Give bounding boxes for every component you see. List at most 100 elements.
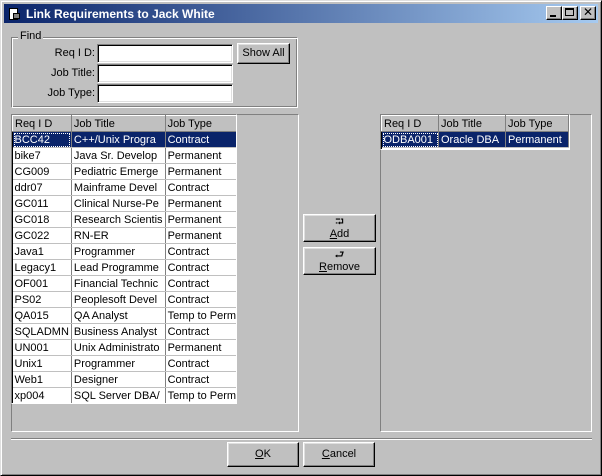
job-title-input[interactable]: [97, 64, 233, 83]
minimize-button[interactable]: [546, 6, 562, 20]
table-cell: ddr07: [12, 179, 72, 196]
table-cell: CG009: [12, 163, 72, 180]
table-row[interactable]: QA015 QA Analyst Temp to Perm: [12, 307, 236, 324]
table-cell: Contract: [165, 323, 236, 340]
table-cell: Temp to Perm: [165, 387, 236, 403]
table-cell: PS02: [12, 291, 72, 308]
table-cell: Peoplesoft Devel: [71, 291, 166, 308]
table-cell: Permanent: [165, 163, 236, 180]
table-cell: SQL Server DBA/: [71, 387, 166, 403]
ok-button[interactable]: OK: [227, 442, 299, 467]
table-cell: bike7: [12, 147, 72, 164]
table-row[interactable]: Unix1 Programmer Contract: [12, 355, 236, 372]
cancel-label: Cancel: [321, 448, 357, 460]
add-button[interactable]: ⮒ Add: [303, 214, 376, 242]
right_grid-header-2[interactable]: Job Type: [505, 115, 569, 132]
maximize-icon: [565, 8, 574, 16]
table-cell: Contract: [165, 291, 236, 308]
table-cell: Permanent: [165, 147, 236, 164]
left_grid-header-2[interactable]: Job Type: [164, 115, 236, 132]
app-icon: [7, 7, 21, 21]
add-arrow-icon: ⮒: [335, 215, 344, 228]
table-cell: Permanent: [505, 131, 569, 148]
table-cell: Unix Administrato: [71, 339, 166, 356]
table-cell: Mainframe Devel: [71, 179, 166, 196]
table-cell: C++/Unix Progra: [71, 131, 166, 148]
find-legend: Find: [18, 30, 44, 42]
left_grid-header-0[interactable]: Req I D: [12, 115, 72, 132]
available-table: Req I D Job Title Job Type BCC42 C++/Unix P…: [12, 115, 236, 403]
table-row[interactable]: bike7 Java Sr. Develop Permanent: [12, 147, 236, 164]
table-cell: Programmer: [71, 355, 166, 372]
table-cell: GC018: [12, 211, 72, 228]
right_grid-header-0[interactable]: Req I D: [381, 115, 439, 132]
table-cell: GC022: [12, 227, 72, 244]
table-cell: Java Sr. Develop: [71, 147, 166, 164]
table-cell: GC011: [12, 195, 72, 212]
table-cell: Permanent: [165, 195, 236, 212]
table-cell: Contract: [165, 355, 236, 372]
table-cell: Permanent: [165, 339, 236, 356]
job-type-input[interactable]: [97, 84, 233, 103]
close-button[interactable]: ✕: [580, 5, 596, 20]
table-cell: BCC42: [12, 131, 72, 148]
show-all-label: Show All: [242, 47, 285, 59]
table-row[interactable]: GC011 Clinical Nurse-Pe Permanent: [12, 195, 236, 212]
window-title: Link Requirements to Jack White: [26, 6, 215, 21]
remove-button[interactable]: ⮐ Remove: [303, 247, 376, 275]
table-row[interactable]: BCC42 C++/Unix Progra Contract: [12, 131, 236, 148]
table-cell: xp004: [12, 387, 72, 403]
table-cell: Contract: [165, 243, 236, 260]
table-row[interactable]: PS02 Peoplesoft Devel Contract: [12, 291, 236, 308]
linked-table: Req I D Job Title Job Type ODBA001 Oracle D…: [381, 115, 569, 148]
linked-requirements-grid[interactable]: Req I D Job Title Job Type ODBA001 Oracle D…: [380, 114, 570, 150]
table-cell: Pediatric Emerge: [71, 163, 166, 180]
table-cell: SQLADMN: [12, 323, 72, 340]
job-type-label: Job Type:: [47, 87, 96, 99]
table-cell: Financial Technic: [71, 275, 166, 292]
dialog-window: Link Requirements to Jack White ✕ Find R…: [0, 0, 602, 476]
table-cell: Lead Programme: [71, 259, 166, 276]
table-cell: Web1: [12, 371, 72, 388]
table-row[interactable]: Web1 Designer Contract: [12, 371, 236, 388]
table-cell: OF001: [12, 275, 72, 292]
available-requirements-grid[interactable]: Req I D Job Title Job Type BCC42 C++/Unix P…: [11, 114, 237, 404]
table-row[interactable]: UN001 Unix Administrato Permanent: [12, 339, 236, 356]
table-cell: Programmer: [71, 243, 166, 260]
ok-label: OK: [255, 448, 271, 460]
table-cell: Business Analyst: [71, 323, 166, 340]
table-cell: ODBA001: [381, 131, 439, 148]
table-row[interactable]: ddr07 Mainframe Devel Contract: [12, 179, 236, 196]
table-cell: Permanent: [165, 211, 236, 228]
table-cell: QA Analyst: [71, 307, 166, 324]
table-cell: Unix1: [12, 355, 72, 372]
table-row[interactable]: CG009 Pediatric Emerge Permanent: [12, 163, 236, 180]
footer-separator: [11, 438, 592, 440]
table-cell: Clinical Nurse-Pe: [71, 195, 166, 212]
table-row[interactable]: SQLADMN Business Analyst Contract: [12, 323, 236, 340]
table-row[interactable]: OF001 Financial Technic Contract: [12, 275, 236, 292]
right_grid-header-1[interactable]: Job Title: [438, 115, 506, 132]
title-bar[interactable]: Link Requirements to Jack White ✕: [4, 4, 598, 23]
table-row[interactable]: xp004 SQL Server DBA/Temp to Perm: [12, 387, 236, 403]
cancel-button[interactable]: Cancel: [303, 442, 375, 467]
maximize-button[interactable]: [562, 6, 578, 20]
table-cell: Temp to Perm: [165, 307, 236, 324]
table-row[interactable]: GC018 Research Scientis Permanent: [12, 211, 236, 228]
left_grid-header-1[interactable]: Job Title: [70, 115, 166, 132]
table-row[interactable]: Java1 Programmer Contract: [12, 243, 236, 260]
minimize-icon: [550, 15, 556, 17]
table-cell: Contract: [165, 371, 236, 388]
title-buttons: ✕: [546, 5, 596, 20]
table-cell: Permanent: [165, 227, 236, 244]
job-title-label: Job Title:: [50, 67, 95, 79]
table-row[interactable]: Legacy1 Lead Programme Contract: [12, 259, 236, 276]
req-id-label: Req I D:: [54, 47, 95, 59]
table-row[interactable]: ODBA001 Oracle DBA Permanent: [381, 131, 569, 148]
show-all-button[interactable]: Show All: [237, 43, 290, 64]
req-id-input[interactable]: [97, 44, 233, 63]
table-cell: Contract: [165, 179, 236, 196]
table-row[interactable]: GC022 RN-ER Permanent: [12, 227, 236, 244]
table-cell: Contract: [165, 131, 236, 148]
table-cell: Contract: [165, 275, 236, 292]
